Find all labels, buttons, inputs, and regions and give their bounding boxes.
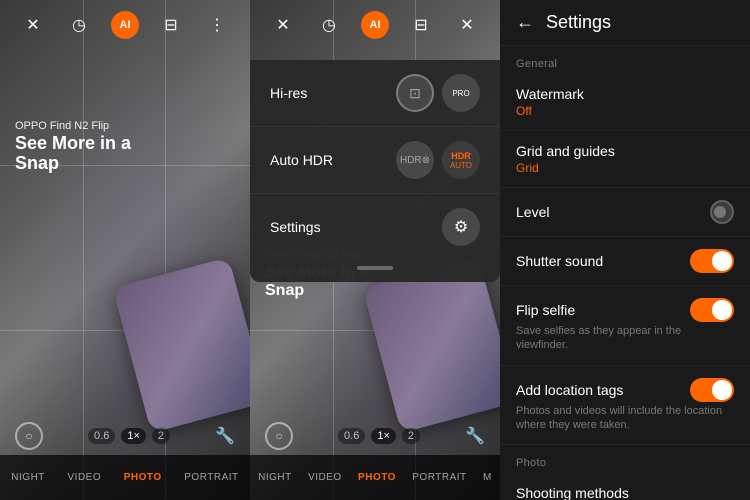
settings-wrench-icon[interactable]: 🔧 [215, 426, 235, 446]
hdr-auto-btn[interactable]: HDR AUTO [442, 141, 480, 179]
gear-icon[interactable]: ⚙ [442, 208, 480, 246]
camera-top-bar-mid: ✕ ◷ AI ⊟ ✕ [250, 0, 500, 50]
camera-mode-bar: NIGHT VIDEO PHOTO PORTRAIT [0, 455, 250, 500]
flash-icon[interactable]: ✕ [19, 11, 47, 39]
zoom-06[interactable]: 0.6 [88, 428, 115, 444]
mode-video[interactable]: VIDEO [68, 472, 102, 483]
zoom-2x[interactable]: 2 [152, 428, 170, 444]
shooting-title: Shooting methods [516, 485, 629, 500]
settings-panel: ← Settings General Watermark Off Grid an… [500, 0, 750, 500]
grid-title: Grid and guides [516, 143, 615, 159]
settings-item-watermark[interactable]: Watermark Off [500, 74, 750, 131]
zoom-controls-mid: 0.6 1× 2 [338, 428, 420, 444]
mode-video-mid[interactable]: VIDEO [308, 472, 342, 483]
zoom-2x-mid[interactable]: 2 [402, 428, 420, 444]
location-toggle[interactable] [690, 378, 734, 402]
settings-wrench-icon-mid[interactable]: 🔧 [465, 426, 485, 446]
hdr-off-btn[interactable]: HDR⊗ [396, 141, 434, 179]
zoom-06-mid[interactable]: 0.6 [338, 428, 365, 444]
camera-mode-bar-mid: NIGHT VIDEO PHOTO PORTRAIT M [250, 455, 500, 500]
back-button[interactable]: ← [516, 12, 534, 33]
popup-autohdr-row[interactable]: Auto HDR HDR⊗ HDR AUTO [250, 127, 500, 194]
more-icon[interactable]: ⋮ [203, 11, 231, 39]
camera-top-bar: ✕ ◷ AI ⊟ ⋮ [0, 0, 250, 50]
camera-panel-mid: ✕ ◷ AI ⊟ ✕ Hi-res ⊡ PRO Auto HDR HDR⊗ [250, 0, 500, 500]
popup-hires-row[interactable]: Hi-res ⊡ PRO [250, 60, 500, 127]
flip-title: Flip selfie [516, 302, 575, 318]
watermark-title: Watermark [516, 86, 584, 102]
mode-photo[interactable]: PHOTO [124, 472, 162, 483]
popup-hires-label: Hi-res [270, 85, 307, 101]
settings-title: Settings [546, 12, 611, 33]
camera-panel-left: ✕ ◷ AI ⊟ ⋮ OPPO Find N2 Flip See More in… [0, 0, 250, 500]
zoom-1x-mid[interactable]: 1× [371, 428, 396, 444]
camera-bottom-controls: ○ 0.6 1× 2 🔧 [0, 422, 250, 450]
mode-photo-mid[interactable]: PHOTO [358, 472, 396, 483]
settings-item-location[interactable]: Add location tags Photos and videos will… [500, 366, 750, 446]
close-icon-mid[interactable]: ✕ [453, 11, 481, 39]
settings-popup: Hi-res ⊡ PRO Auto HDR HDR⊗ HDR AUTO [250, 60, 500, 282]
section-general-label: General [500, 46, 750, 74]
mode-portrait-mid[interactable]: PORTRAIT [412, 472, 466, 483]
ratio-icon-mid[interactable]: ⊟ [407, 11, 435, 39]
flash-icon-mid[interactable]: ✕ [269, 11, 297, 39]
ai-icon[interactable]: AI [111, 11, 139, 39]
hires-off-btn[interactable]: ⊡ [396, 74, 434, 112]
hires-on-btn[interactable]: PRO [442, 74, 480, 112]
level-title: Level [516, 204, 549, 220]
tagline-text: See More in aSnap [15, 134, 131, 174]
section-photo-label: Photo [500, 445, 750, 473]
camera-bottom-controls-mid: ○ 0.6 1× 2 🔧 [250, 422, 500, 450]
grid-subtitle: Grid [516, 161, 734, 175]
ratio-icon[interactable]: ⊟ [157, 11, 185, 39]
focus-circle[interactable]: ○ [15, 422, 43, 450]
camera-text-overlay: OPPO Find N2 Flip See More in aSnap [15, 120, 131, 174]
shutter-title: Shutter sound [516, 253, 603, 269]
timer-icon[interactable]: ◷ [65, 11, 93, 39]
settings-item-shooting[interactable]: Shooting methods Tap to capture, Show pa… [500, 473, 750, 500]
popup-settings-row[interactable]: Settings ⚙ [250, 194, 500, 260]
phone-decoration-mid [350, 260, 500, 420]
mode-m-mid[interactable]: M [483, 472, 492, 483]
flip-subtitle: Save selfies as they appear in the viewf… [516, 324, 734, 353]
location-title: Add location tags [516, 382, 623, 398]
phone-decoration [100, 260, 250, 420]
location-subtitle: Photos and videos will include the locat… [516, 404, 734, 433]
flip-toggle[interactable] [690, 298, 734, 322]
popup-autohdr-label: Auto HDR [270, 152, 333, 168]
popup-settings-label: Settings [270, 219, 321, 235]
popup-hdr-icons: HDR⊗ HDR AUTO [396, 141, 480, 179]
zoom-controls: 0.6 1× 2 [88, 428, 170, 444]
settings-item-grid[interactable]: Grid and guides Grid [500, 131, 750, 188]
shutter-toggle[interactable] [690, 249, 734, 273]
popup-hires-icons: ⊡ PRO [396, 74, 480, 112]
settings-header: ← Settings [500, 0, 750, 46]
watermark-subtitle: Off [516, 104, 734, 118]
ai-icon-mid[interactable]: AI [361, 11, 389, 39]
settings-item-shutter[interactable]: Shutter sound [500, 237, 750, 286]
focus-circle-mid[interactable]: ○ [265, 422, 293, 450]
settings-item-flip[interactable]: Flip selfie Save selfies as they appear … [500, 286, 750, 366]
settings-body: General Watermark Off Grid and guides Gr… [500, 46, 750, 500]
settings-item-level[interactable]: Level [500, 188, 750, 237]
brand-text: OPPO Find N2 Flip [15, 120, 131, 132]
drag-indicator [250, 260, 500, 272]
level-toggle[interactable] [710, 200, 734, 224]
zoom-1x[interactable]: 1× [121, 428, 146, 444]
mode-night-mid[interactable]: NIGHT [258, 472, 292, 483]
timer-icon-mid[interactable]: ◷ [315, 11, 343, 39]
mode-night[interactable]: NIGHT [11, 472, 45, 483]
mode-portrait[interactable]: PORTRAIT [184, 472, 238, 483]
